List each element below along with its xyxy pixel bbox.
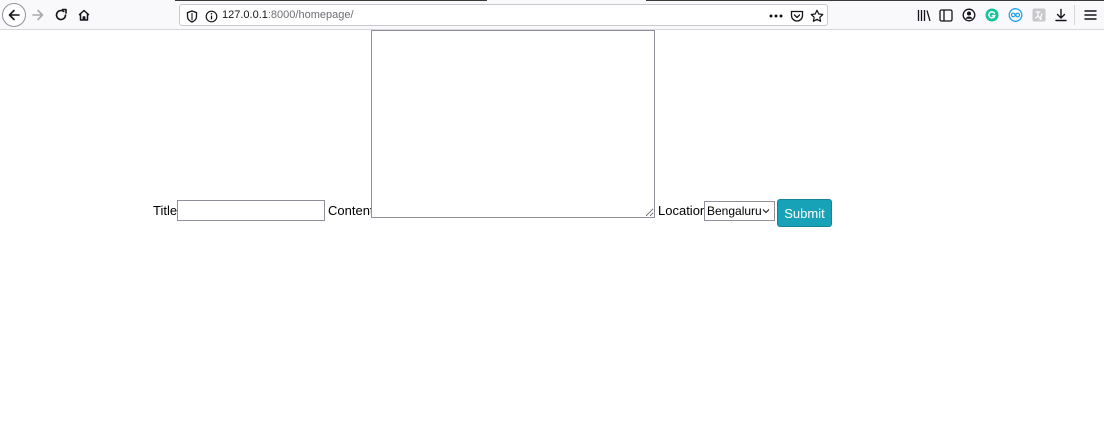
pocket-icon[interactable] — [789, 8, 805, 24]
location-selected-value: Bengaluru — [707, 204, 762, 218]
download-icon[interactable] — [1053, 7, 1069, 23]
home-icon[interactable] — [72, 3, 96, 27]
library-icon[interactable] — [916, 7, 932, 23]
tab-strip-edge — [646, 0, 1104, 1]
star-icon[interactable] — [809, 8, 825, 24]
translate-icon[interactable] — [1031, 7, 1047, 23]
toolbar-separator — [1074, 5, 1075, 25]
info-icon[interactable] — [203, 8, 219, 24]
submit-button[interactable]: Submit — [777, 199, 832, 227]
account-icon[interactable] — [961, 7, 977, 23]
content-label: Content: — [328, 203, 378, 218]
arrow-left-icon[interactable] — [2, 3, 26, 27]
shield-icon[interactable] — [184, 8, 200, 24]
chevron-down-icon — [762, 209, 770, 214]
url-bar[interactable]: 127.0.0.1:8000/homepage/ — [179, 4, 828, 26]
location-select[interactable]: Bengaluru — [704, 201, 775, 221]
hamburger-menu-icon[interactable] — [1082, 7, 1098, 23]
more-dots-icon[interactable] — [768, 8, 784, 24]
url-host: 127.0.0.1 — [222, 9, 268, 21]
content-textarea[interactable] — [371, 30, 655, 218]
cc-icon[interactable] — [1007, 7, 1023, 23]
url-text[interactable]: 127.0.0.1:8000/homepage/ — [222, 8, 354, 22]
location-label: Location: — [658, 203, 711, 218]
browser-toolbar: 127.0.0.1:8000/homepage/ — [0, 0, 1104, 30]
arrow-right-icon[interactable] — [26, 3, 50, 27]
tab-strip-edge — [175, 0, 487, 1]
sidebar-icon[interactable] — [938, 7, 954, 23]
reload-icon[interactable] — [49, 3, 73, 27]
grammarly-icon[interactable] — [984, 7, 1000, 23]
url-path: :8000/homepage/ — [267, 9, 354, 21]
title-input[interactable] — [177, 200, 325, 221]
